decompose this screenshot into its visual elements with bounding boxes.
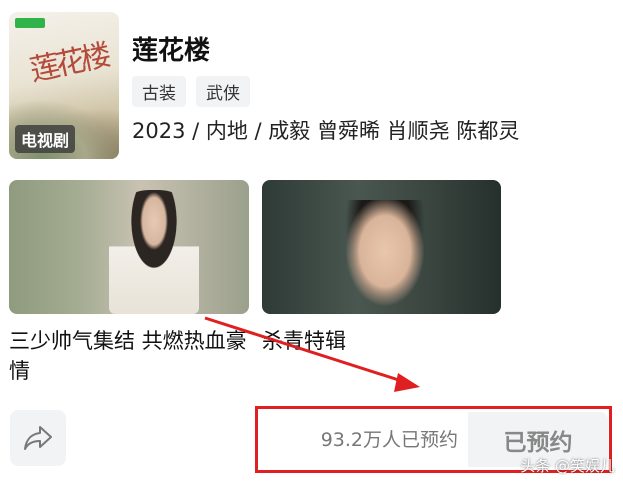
clip-thumbnail-2[interactable] xyxy=(262,180,501,314)
clip-caption-2[interactable]: 杀青特辑 xyxy=(262,326,501,356)
show-title: 莲花楼 xyxy=(132,36,211,66)
watermark: 头条 @笑娱儿 xyxy=(520,457,615,475)
genre-tag[interactable]: 古装 xyxy=(132,76,186,107)
share-button[interactable] xyxy=(10,410,66,466)
poster-mini-tag xyxy=(15,18,45,28)
clip-caption-1[interactable]: 三少帅气集结 共燃热血豪情 xyxy=(9,326,249,386)
clip-figure xyxy=(340,200,430,314)
show-meta: 2023 / 内地 / 成毅 曾舜晞 肖顺尧 陈都灵 xyxy=(132,119,520,143)
clip-figure xyxy=(109,190,199,314)
poster-calligraphy: 莲花楼 xyxy=(26,38,111,89)
genre-tag[interactable]: 武侠 xyxy=(196,76,250,107)
genre-tags: 古装 武侠 xyxy=(132,76,250,107)
show-poster[interactable]: 莲花楼 电视剧 xyxy=(9,12,119,159)
clip-thumbnail-1[interactable] xyxy=(9,180,249,314)
poster-type-badge: 电视剧 xyxy=(15,125,76,153)
share-arrow-icon xyxy=(24,426,52,450)
